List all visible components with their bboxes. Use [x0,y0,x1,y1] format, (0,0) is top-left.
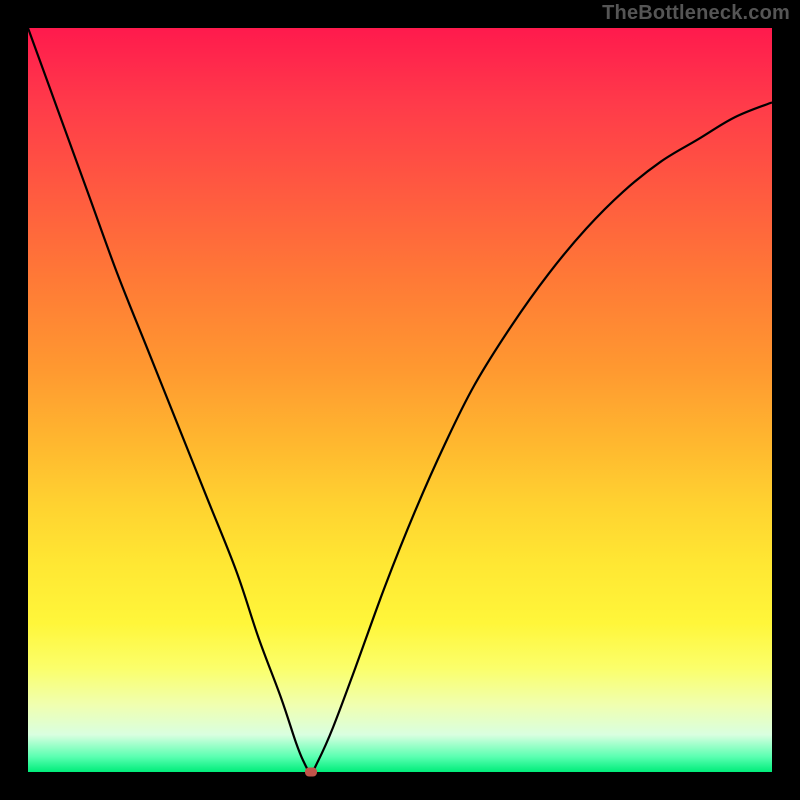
curve-path [28,28,772,772]
plot-area [28,28,772,772]
minimum-marker [305,768,317,777]
chart-frame: TheBottleneck.com [0,0,800,800]
bottleneck-curve [28,28,772,772]
watermark-text: TheBottleneck.com [602,2,790,25]
